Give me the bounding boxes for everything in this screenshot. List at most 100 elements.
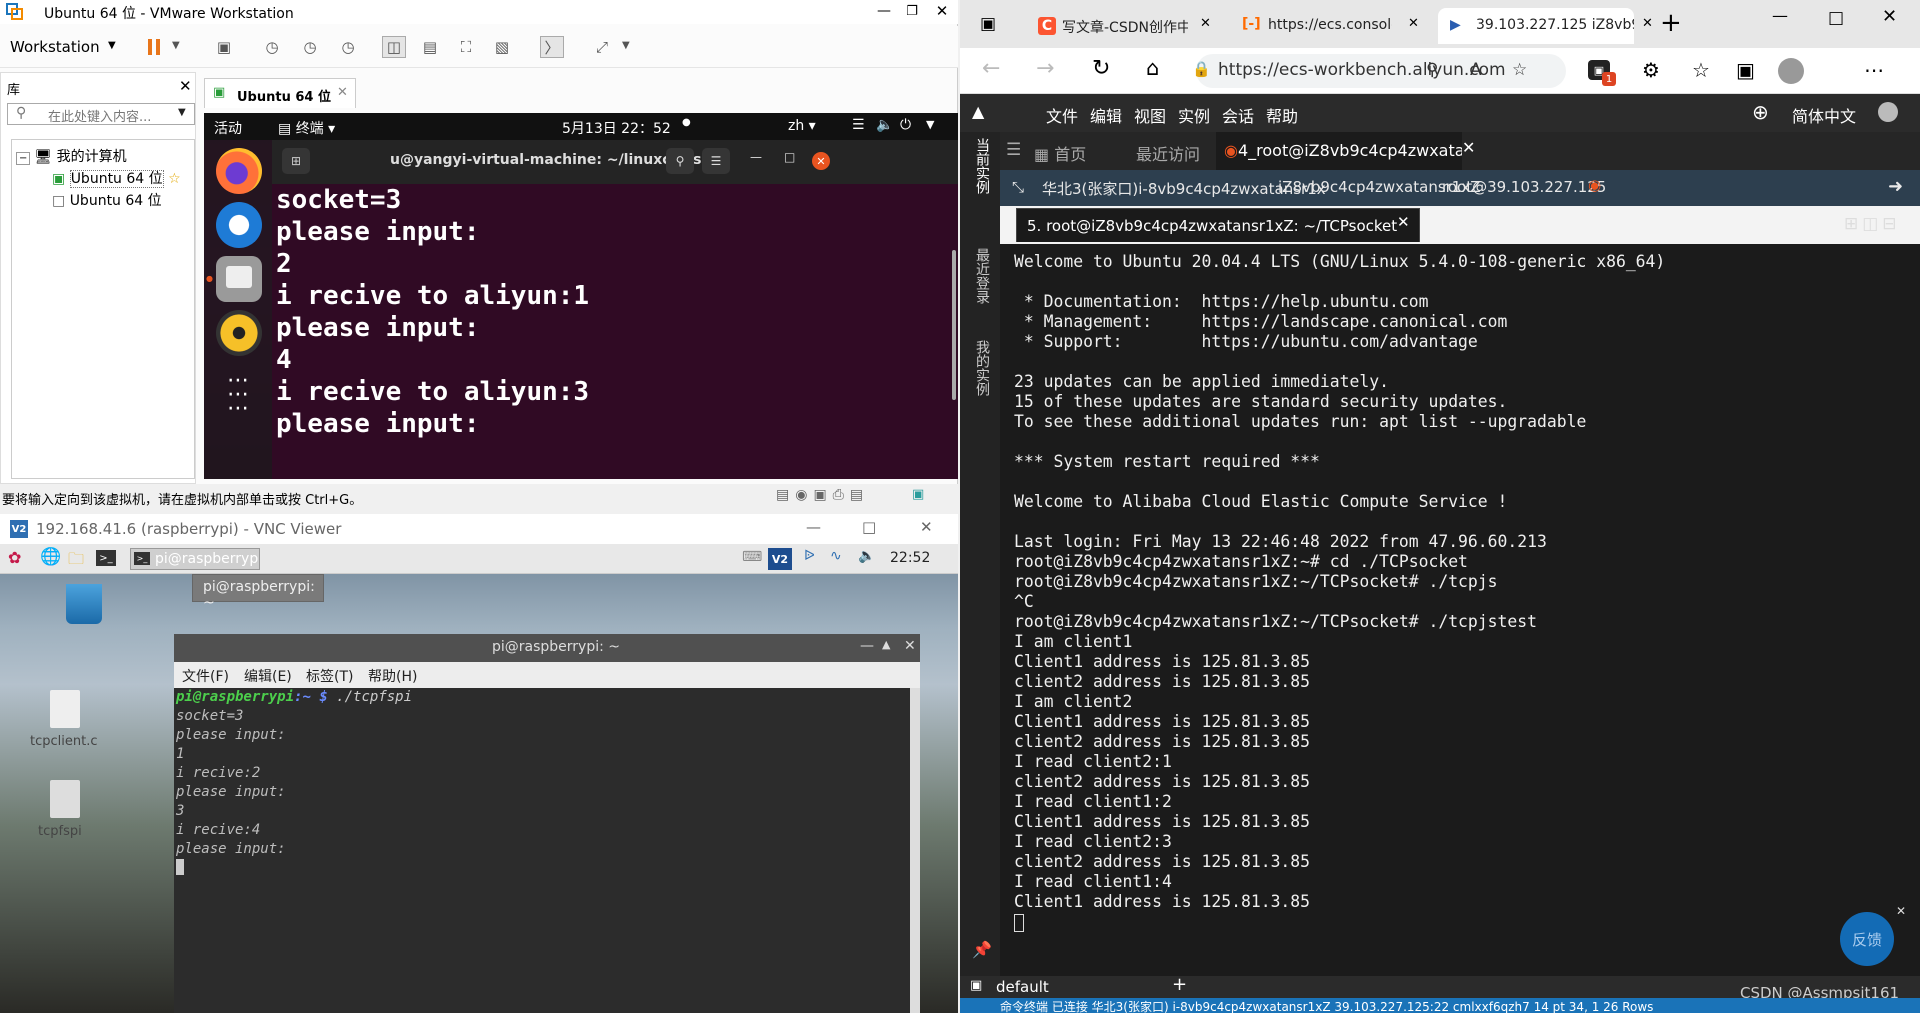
- fullscreen-icon[interactable]: ⛶: [454, 36, 478, 58]
- bluetooth-icon[interactable]: ᐉ: [804, 548, 815, 564]
- chevron-down-icon[interactable]: ▼: [108, 40, 116, 51]
- browser-icon[interactable]: 🌐: [40, 547, 61, 567]
- menu-instance[interactable]: 实例: [1178, 103, 1210, 127]
- close-icon[interactable]: ✕: [1462, 138, 1475, 157]
- workstation-menu[interactable]: Workstation: [10, 38, 100, 56]
- message-icon[interactable]: ▣: [912, 487, 924, 502]
- vnc-server-icon[interactable]: V2: [768, 548, 792, 570]
- thumbnail-view-icon[interactable]: ▤: [418, 36, 442, 58]
- read-aloud-icon[interactable]: A: [1470, 60, 1482, 80]
- maximize-button[interactable]: □: [1828, 8, 1844, 28]
- chevron-down-icon[interactable]: ▼: [622, 40, 630, 51]
- menu-edit[interactable]: 编辑(E): [244, 666, 292, 686]
- stretch-icon[interactable]: ⤢: [590, 36, 614, 58]
- side-current-instance[interactable]: 当前实例: [972, 138, 992, 194]
- profile-avatar[interactable]: [1778, 58, 1804, 84]
- favorites-icon[interactable]: ☆: [1692, 58, 1710, 82]
- volume-icon[interactable]: 🔈: [858, 548, 875, 564]
- raspberrypi-desktop[interactable]: ✿ 🌐 🗀 >_ >_pi@raspberrypi: ~ ⌨ V2 ᐉ ∿ 🔈 …: [0, 544, 958, 1013]
- minimize-button[interactable]: —: [872, 0, 896, 22]
- list-icon[interactable]: ☰: [1006, 140, 1021, 160]
- close-icon[interactable]: ✕: [1408, 16, 1419, 31]
- ubuntu-desktop[interactable]: 活动 ▤ 终端 ▾ 5月13日 22：52 ● zh ▾ ☰ 🔈 ⏻ ▼ ● ⋯…: [204, 113, 958, 479]
- restore-button[interactable]: ❐: [900, 0, 924, 22]
- nav-session-tab[interactable]: ◉4_root@iZ8vb9c4cp4zwxatansr1xZ: [1216, 132, 1462, 170]
- more-menu-icon[interactable]: ⋯: [1864, 58, 1884, 82]
- menu-tabs[interactable]: 标签(T): [306, 666, 353, 686]
- menu-edit[interactable]: 编辑: [1090, 103, 1122, 127]
- close-icon[interactable]: ✕: [812, 152, 830, 170]
- close-button[interactable]: ✕: [1882, 6, 1897, 27]
- browser-tab-ecs-console[interactable]: [-] https://ecs.console.aliyun.com: [1230, 8, 1392, 44]
- desktop-icon-label[interactable]: tcpfspi: [38, 824, 82, 839]
- collections-icon[interactable]: ▣: [1736, 58, 1755, 82]
- folder-icon[interactable]: 🗀: [68, 548, 84, 575]
- power-icon[interactable]: ⏻: [900, 117, 911, 133]
- extensions-icon[interactable]: ⚙: [1642, 58, 1660, 82]
- back-icon[interactable]: ←: [982, 56, 1000, 81]
- pin-icon[interactable]: 📌: [972, 940, 992, 959]
- lxterminal-window[interactable]: pi@raspberrypi: ~ — ▲ ✕ 文件(F) 编辑(E) 标签(T…: [174, 634, 920, 1013]
- close-button[interactable]: ✕: [930, 0, 954, 22]
- send-file-icon[interactable]: ➜: [1888, 176, 1903, 197]
- hamburger-menu-icon[interactable]: ☰: [702, 148, 730, 174]
- close-icon[interactable]: ✕: [1642, 16, 1653, 31]
- rhythmbox-icon[interactable]: [216, 310, 262, 356]
- nav-recent[interactable]: 最近访问: [1136, 141, 1200, 165]
- close-icon[interactable]: ✕: [1397, 213, 1410, 231]
- maximize-button[interactable]: □: [862, 518, 876, 536]
- cloud-terminal[interactable]: Welcome to Ubuntu 20.04.4 LTS (GNU/Linux…: [1000, 244, 1920, 976]
- menu-file[interactable]: 文件(F): [182, 666, 229, 686]
- file-icon[interactable]: [50, 780, 80, 818]
- minimize-button[interactable]: —: [1772, 6, 1788, 25]
- minimize-icon[interactable]: —: [750, 150, 762, 164]
- files-icon[interactable]: [216, 256, 262, 302]
- activities-button[interactable]: 活动: [214, 118, 242, 138]
- menu-help[interactable]: 帮助: [1266, 103, 1298, 127]
- browser-tab-csdn[interactable]: C 写文章-CSDN创作中心: [1024, 8, 1188, 44]
- trash-icon[interactable]: [66, 584, 102, 624]
- minimize-button[interactable]: —: [806, 518, 821, 536]
- show-apps-icon[interactable]: ⋯ ⋯ ⋯: [216, 368, 262, 420]
- ubuntu-terminal[interactable]: ⊞ u@yangyi-virtual-machine: ~/linuxclass…: [272, 140, 958, 479]
- clock[interactable]: 5月13日 22：52: [562, 118, 671, 138]
- user-avatar[interactable]: [1878, 102, 1898, 122]
- browser-tab-workbench-active[interactable]: ▶ 39.103.227.125 iZ8vb9c4cp4zwxatansr1xZ: [1438, 8, 1634, 44]
- device-icons[interactable]: ▤◉▣⎙▤: [776, 487, 869, 503]
- new-tab-button[interactable]: +: [1660, 8, 1682, 38]
- snapshot-icon[interactable]: ◷: [260, 36, 284, 58]
- terminal-scrollbar[interactable]: [910, 688, 920, 1013]
- chevron-down-icon[interactable]: ▼: [926, 118, 934, 131]
- bottom-tab-default[interactable]: default: [996, 978, 1049, 996]
- file-icon[interactable]: [50, 690, 80, 728]
- breadcrumb-user[interactable]: root@39.103.227.125: [1442, 178, 1606, 196]
- console-view-icon[interactable]: 〉: [540, 36, 564, 58]
- revert-snapshot-icon[interactable]: ◷: [298, 36, 322, 58]
- tree-item-my-computer[interactable]: − 🖥 我的计算机: [16, 146, 190, 168]
- star-icon[interactable]: ☆: [168, 171, 181, 187]
- split-layout-icons[interactable]: ⊞◫⊟: [1844, 214, 1901, 234]
- menu-help[interactable]: 帮助(H): [368, 666, 417, 686]
- refresh-icon[interactable]: ↻: [1092, 56, 1110, 81]
- input-method[interactable]: zh ▾: [788, 118, 816, 134]
- raspberry-menu-icon[interactable]: ✿: [8, 548, 21, 567]
- keyboard-icon[interactable]: ⌨: [742, 549, 762, 565]
- favorite-add-icon[interactable]: ☆: [1512, 60, 1527, 80]
- minimize-icon[interactable]: —: [860, 638, 874, 654]
- close-icon[interactable]: ✕: [904, 638, 916, 654]
- firefox-icon[interactable]: [216, 148, 262, 194]
- close-icon[interactable]: ✕: [1200, 16, 1211, 31]
- address-bar[interactable]: 🔒 https://ecs-workbench.aliyun.com ⚲ A ☆: [1192, 54, 1566, 88]
- maximize-icon[interactable]: ▲: [882, 638, 890, 651]
- forward-icon[interactable]: →: [1036, 56, 1054, 81]
- new-tab-icon[interactable]: ⊞: [282, 148, 310, 174]
- chevron-down-icon[interactable]: ▼: [172, 40, 180, 51]
- volume-icon[interactable]: 🔈: [876, 117, 893, 133]
- menu-session[interactable]: 会话: [1222, 103, 1254, 127]
- close-icon[interactable]: ✕: [1896, 904, 1906, 918]
- vm-tab[interactable]: ▣ Ubuntu 64 位 ✕: [204, 78, 356, 108]
- terminal-tab-active[interactable]: 5. root@iZ8vb9c4cp4zwxatansr1xZ: ~/TCPso…: [1016, 208, 1420, 242]
- snapshot-manager-icon[interactable]: ◷: [336, 36, 360, 58]
- terminal-app-menu[interactable]: ▤ 终端 ▾: [278, 118, 335, 138]
- side-my-instances[interactable]: 我的实例: [972, 340, 992, 396]
